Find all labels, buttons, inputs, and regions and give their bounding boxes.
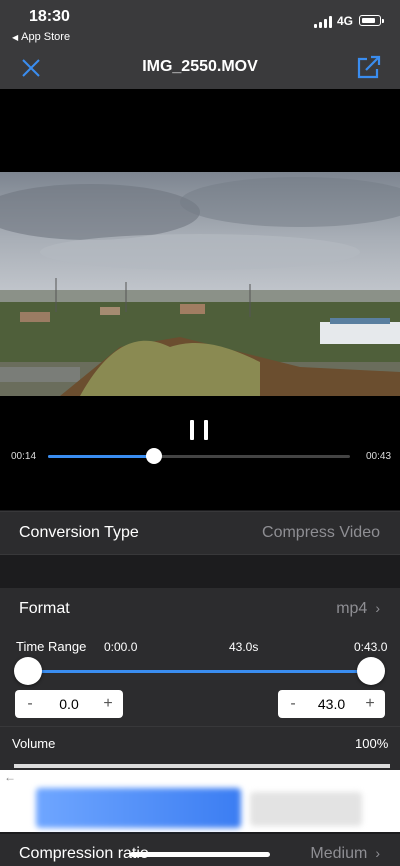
- time-range-label: Time Range: [16, 639, 87, 654]
- start-decrement-button[interactable]: -: [15, 695, 45, 713]
- battery-icon: [359, 15, 384, 26]
- time-range-end-handle[interactable]: [357, 657, 385, 685]
- format-row[interactable]: Format mp4 ›: [0, 588, 400, 630]
- ad-button-blurred[interactable]: [250, 792, 362, 826]
- volume-slider[interactable]: [14, 764, 390, 768]
- network-type: 4G: [337, 14, 354, 28]
- cellular-signal-icon: [314, 16, 332, 28]
- time-range-start-handle[interactable]: [14, 657, 42, 685]
- time-range-duration: 43.0s: [229, 640, 259, 654]
- pause-button[interactable]: [185, 418, 213, 444]
- end-increment-button[interactable]: +: [355, 695, 385, 713]
- volume-value: 100%: [355, 736, 389, 751]
- chevron-right-icon: ›: [375, 600, 380, 616]
- volume-label: Volume: [12, 736, 56, 751]
- time-range-end: 0:43.0: [354, 640, 388, 654]
- start-increment-button[interactable]: +: [93, 695, 123, 713]
- back-app-label: App Store: [21, 31, 71, 43]
- pause-icon: [190, 420, 194, 440]
- close-icon: [22, 59, 40, 77]
- ad-back-arrow-icon[interactable]: ←: [4, 770, 16, 784]
- back-to-app-link[interactable]: ◀ App Store: [12, 31, 70, 43]
- ad-content-blurred[interactable]: [36, 788, 241, 828]
- time-range-start: 0:00.0: [104, 640, 138, 654]
- time-range-slider[interactable]: [28, 670, 371, 673]
- seek-bar-progress: [48, 455, 154, 458]
- start-time-value[interactable]: 0.0: [45, 696, 93, 712]
- video-frame[interactable]: [0, 172, 400, 396]
- status-time: 18:30: [29, 8, 70, 25]
- end-decrement-button[interactable]: -: [278, 695, 308, 713]
- close-button[interactable]: [18, 56, 44, 80]
- conversion-type-row[interactable]: Conversion Type Compress Video: [0, 511, 400, 555]
- seek-bar-handle[interactable]: [145, 448, 162, 464]
- end-time-value[interactable]: 43.0: [308, 696, 355, 712]
- format-label: Format: [19, 600, 70, 617]
- conversion-type-value: Compress Video: [262, 524, 380, 541]
- compression-ratio-value: Medium: [310, 845, 368, 862]
- compression-ratio-row[interactable]: Compression ratio Medium ›: [0, 834, 400, 866]
- share-button[interactable]: [355, 54, 383, 80]
- back-arrow-icon: ◀: [12, 32, 19, 42]
- end-time-stepper[interactable]: - 43.0 +: [278, 690, 385, 718]
- conversion-type-label: Conversion Type: [19, 524, 139, 541]
- share-icon: [357, 55, 381, 79]
- home-indicator: [130, 852, 270, 857]
- end-time: 00:43: [366, 451, 392, 462]
- format-value: mp4: [336, 600, 368, 617]
- chevron-right-icon: ›: [375, 845, 380, 861]
- current-time: 00:14: [11, 451, 37, 462]
- start-time-stepper[interactable]: - 0.0 +: [15, 690, 123, 718]
- video-frame-image: [0, 172, 400, 396]
- page-title: IMG_2550.MOV: [142, 58, 258, 75]
